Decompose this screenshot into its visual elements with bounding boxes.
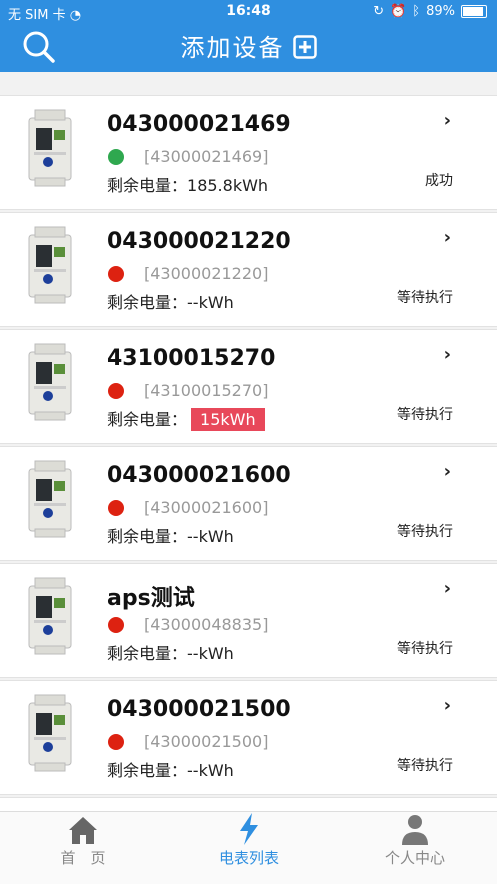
person-icon [402, 815, 428, 845]
tab-label: 首 页 [60, 849, 106, 867]
device-card[interactable]: 043000021220 [43000021220] 剩余电量：--kWh › … [0, 212, 497, 327]
lightning-icon [240, 813, 258, 845]
execution-status: 成功 [425, 173, 453, 189]
device-code: [43000021220] [144, 264, 269, 283]
status-bar: 无 SIM 卡 ◔ 16:48 ↻ ⏰ ᛒ 89% [0, 0, 497, 24]
tab-home[interactable]: 首 页 [0, 812, 166, 884]
tab-meter-list[interactable]: 电表列表 [166, 812, 332, 884]
device-card[interactable]: 043000021600 [43000021600] 剩余电量：--kWh › … [0, 446, 497, 561]
remaining-energy-row: 剩余电量：--kWh [107, 523, 234, 547]
remaining-energy-label: 剩余电量： [107, 761, 188, 780]
device-name: 043000021469 [107, 112, 291, 137]
device-name: 043000021220 [107, 229, 291, 254]
status-dot [108, 617, 124, 633]
status-dot [108, 266, 124, 282]
remaining-energy-label: 剩余电量： [107, 293, 188, 312]
device-card[interactable]: 043000030001 › [0, 797, 497, 811]
chevron-right-icon: › [443, 578, 451, 599]
execution-status: 等待执行 [397, 290, 453, 306]
meter-icon [28, 460, 72, 538]
tab-bar: 首 页 电表列表 个人中心 [0, 811, 497, 884]
device-code: [43000021600] [144, 498, 269, 517]
home-icon [69, 817, 97, 844]
meter-icon [28, 694, 72, 772]
remaining-energy-value: 15kWh [191, 408, 265, 431]
remaining-energy-label: 剩余电量： [107, 410, 188, 429]
remaining-energy-value: --kWh [187, 761, 234, 780]
status-right: ↻ ⏰ ᛒ 89% [373, 4, 487, 19]
meter-icon [28, 226, 72, 304]
status-dot [108, 383, 124, 399]
add-device-icon[interactable] [292, 35, 317, 59]
execution-status: 等待执行 [397, 641, 453, 657]
bluetooth-icon: ᛒ [412, 4, 421, 19]
nav-bar: 添加设备 [0, 24, 497, 72]
remaining-energy-label: 剩余电量： [107, 176, 188, 195]
device-name: 043000021500 [107, 697, 291, 722]
page-title: 添加设备 [180, 34, 285, 62]
device-code: [43000048835] [144, 615, 269, 634]
meter-icon [28, 343, 72, 421]
execution-status: 等待执行 [397, 758, 453, 774]
chevron-right-icon: › [443, 344, 451, 365]
device-name: aps测试 [107, 586, 195, 611]
page-title-row: 添加设备 [0, 28, 497, 63]
meter-icon [28, 577, 72, 655]
status-dot [108, 500, 124, 516]
device-card[interactable]: aps测试 [43000048835] 剩余电量：--kWh › 等待执行 [0, 563, 497, 678]
remaining-energy-row: 剩余电量：185.8kWh [107, 172, 268, 196]
device-card[interactable]: 043000021500 [43000021500] 剩余电量：--kWh › … [0, 680, 497, 795]
device-code: [43000021469] [144, 147, 269, 166]
remaining-energy-value: 185.8kWh [187, 176, 269, 195]
remaining-energy-row: 剩余电量：--kWh [107, 640, 234, 664]
lock-rotation-icon: ↻ [373, 4, 385, 19]
remaining-energy-row: 剩余电量：--kWh [107, 289, 234, 313]
chevron-right-icon: › [443, 110, 451, 131]
battery-percent: 89% [426, 4, 455, 19]
battery-icon [461, 5, 487, 18]
device-name: 43100015270 [107, 346, 276, 371]
chevron-right-icon: › [443, 227, 451, 248]
execution-status: 等待执行 [397, 407, 453, 423]
remaining-energy-label: 剩余电量： [107, 527, 188, 546]
status-dot [108, 734, 124, 750]
meter-icon [28, 109, 72, 187]
device-code: [43100015270] [144, 381, 269, 400]
device-card[interactable]: 043000021469 [43000021469] 剩余电量：185.8kWh… [0, 95, 497, 210]
remaining-energy-row: 剩余电量： 15kWh [107, 406, 265, 431]
tab-profile[interactable]: 个人中心 [332, 812, 497, 884]
chevron-right-icon: › [443, 695, 451, 716]
chevron-right-icon: › [443, 461, 451, 482]
remaining-energy-value: --kWh [187, 527, 234, 546]
remaining-energy-value: --kWh [187, 293, 234, 312]
alarm-icon: ⏰ [390, 4, 407, 19]
battery-fill [463, 7, 483, 16]
device-code: [43000021500] [144, 732, 269, 751]
device-list: 043000021469 [43000021469] 剩余电量：185.8kWh… [0, 95, 497, 811]
device-card[interactable]: 43100015270 [43100015270] 剩余电量： 15kWh › 等… [0, 329, 497, 444]
remaining-energy-value: --kWh [187, 644, 234, 663]
remaining-energy-label: 剩余电量： [107, 644, 188, 663]
device-name: 043000021600 [107, 463, 291, 488]
tab-label: 电表列表 [218, 849, 279, 867]
remaining-energy-row: 剩余电量：--kWh [107, 757, 234, 781]
execution-status: 等待执行 [397, 524, 453, 540]
status-dot [108, 149, 124, 165]
tab-label: 个人中心 [384, 849, 445, 867]
